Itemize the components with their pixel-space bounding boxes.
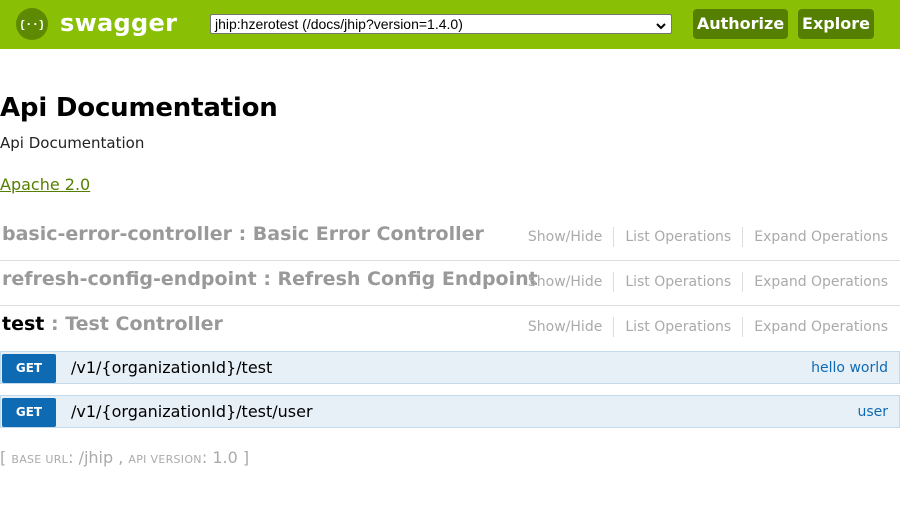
base-url-value: /jhip (78, 448, 114, 467)
show-hide-link[interactable]: Show/Hide (528, 317, 613, 337)
operation-row[interactable]: GET /v1/{organizationId}/test hello worl… (0, 351, 900, 384)
svg-text:{··}: {··} (21, 18, 43, 31)
show-hide-link[interactable]: Show/Hide (528, 227, 613, 247)
operation-path[interactable]: /v1/{organizationId}/test (71, 357, 272, 379)
http-method-badge[interactable]: GET (2, 398, 56, 427)
api-description: Api Documentation (0, 134, 145, 152)
resource-actions: Show/Hide List Operations Expand Operati… (528, 317, 888, 337)
page-title: Api Documentation (0, 93, 278, 123)
resource-separator: : (231, 223, 253, 245)
resource-basic-error-controller: basic-error-controller : Basic Error Con… (0, 215, 900, 261)
api-version-label: API VERSION (128, 453, 202, 466)
chevron-down-icon (655, 18, 667, 36)
base-url-footer: [ BASE URL: /jhip , API VERSION: 1.0 ] (0, 448, 250, 467)
operation-row[interactable]: GET /v1/{organizationId}/test/user user (0, 395, 900, 428)
expand-operations-link[interactable]: Expand Operations (742, 317, 888, 337)
list-operations-link[interactable]: List Operations (613, 272, 742, 292)
base-url-label: BASE URL (11, 453, 69, 466)
list-operations-link[interactable]: List Operations (613, 317, 742, 337)
brand-name: swagger (60, 9, 178, 37)
resource-separator: : (44, 313, 66, 335)
expand-operations-link[interactable]: Expand Operations (742, 272, 888, 292)
resource-description: Test Controller (65, 313, 223, 335)
show-hide-link[interactable]: Show/Hide (528, 272, 613, 292)
operation-path[interactable]: /v1/{organizationId}/test/user (71, 401, 313, 423)
list-operations-link[interactable]: List Operations (613, 227, 742, 247)
resource-refresh-config-endpoint: refresh-config-endpoint : Refresh Config… (0, 260, 900, 306)
resource-actions: Show/Hide List Operations Expand Operati… (528, 272, 888, 292)
http-method-badge[interactable]: GET (2, 354, 56, 383)
resource-name[interactable]: test (2, 313, 44, 335)
license-link[interactable]: Apache 2.0 (0, 174, 90, 196)
resource-description: Refresh Config Endpoint (277, 268, 538, 290)
close-bracket: ] (242, 448, 250, 467)
top-bar: {··} swagger jhip:hzerotest (/docs/jhip?… (0, 0, 900, 49)
resource-actions: Show/Hide List Operations Expand Operati… (528, 227, 888, 247)
api-spec-select[interactable]: jhip:hzerotest (/docs/jhip?version=1.4.0… (210, 14, 672, 34)
explore-button[interactable]: Explore (798, 9, 874, 39)
swagger-logo-icon: {··} (16, 8, 48, 40)
resource-separator: : (256, 268, 278, 290)
open-bracket: [ (0, 448, 7, 467)
resource-heading[interactable]: test : Test Controller (2, 311, 223, 337)
operation-summary[interactable]: hello world (811, 359, 888, 377)
api-spec-select-value: jhip:hzerotest (/docs/jhip?version=1.4.0… (215, 16, 463, 32)
api-version-value: 1.0 (212, 448, 238, 467)
authorize-button[interactable]: Authorize (693, 9, 788, 39)
resource-description: Basic Error Controller (252, 223, 484, 245)
resource-name[interactable]: basic-error-controller (2, 223, 232, 245)
operation-summary[interactable]: user (857, 403, 888, 421)
resource-test: test : Test Controller Show/Hide List Op… (0, 305, 900, 351)
resource-name[interactable]: refresh-config-endpoint (2, 268, 257, 290)
resource-heading[interactable]: basic-error-controller : Basic Error Con… (2, 221, 484, 247)
expand-operations-link[interactable]: Expand Operations (742, 227, 888, 247)
resource-heading[interactable]: refresh-config-endpoint : Refresh Config… (2, 266, 538, 292)
